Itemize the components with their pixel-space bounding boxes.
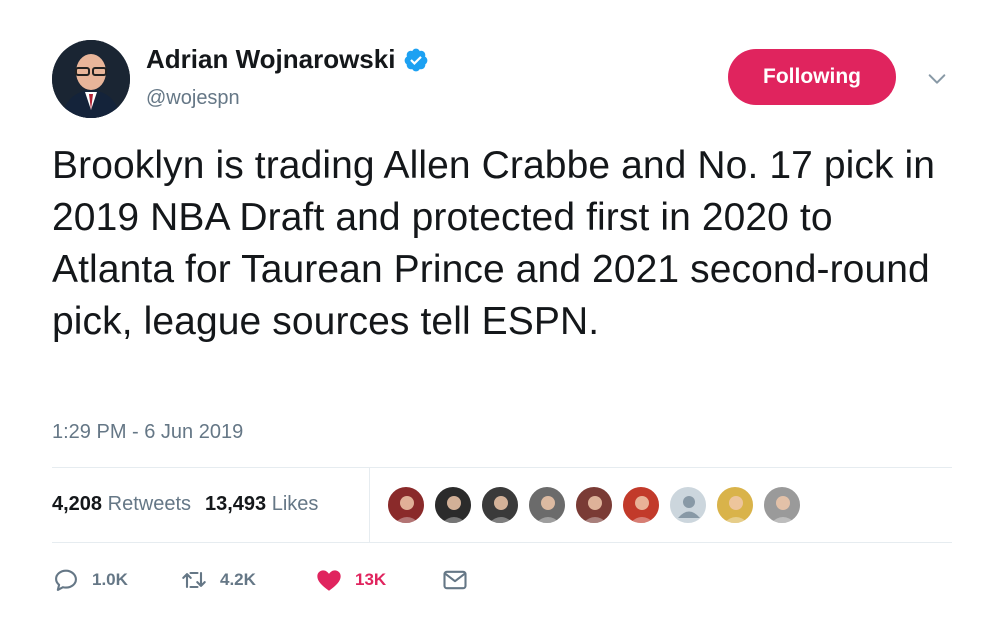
divider-bottom (52, 542, 952, 543)
likes-label: Likes (271, 493, 319, 515)
following-button[interactable]: Following (728, 49, 896, 105)
tweet-timestamp[interactable]: 1:29 PM - 6 Jun 2019 (52, 421, 243, 444)
envelope-icon (443, 570, 467, 590)
reply-action[interactable]: 1.0K (52, 566, 180, 594)
author-avatar[interactable] (52, 40, 130, 118)
stats-separator (369, 468, 370, 542)
retweet-icon (182, 571, 206, 589)
liker-avatar[interactable] (575, 486, 613, 524)
liker-avatar[interactable] (481, 486, 519, 524)
author-handle[interactable]: @wojespn (146, 87, 240, 110)
liker-avatar[interactable] (528, 486, 566, 524)
liker-avatar[interactable] (387, 486, 425, 524)
tweet-actions: 1.0K 4.2K 13K (52, 566, 469, 594)
likes-stat[interactable]: 13,493 Likes (205, 493, 318, 515)
verified-badge-icon (405, 48, 428, 71)
like-action[interactable]: 13K (315, 566, 441, 594)
chevron-down-icon[interactable] (926, 68, 948, 90)
liker-avatar[interactable] (622, 486, 660, 524)
reply-icon (55, 569, 77, 591)
liker-avatar[interactable] (763, 486, 801, 524)
retweets-stat[interactable]: 4,208 Retweets (52, 493, 191, 515)
retweet-action[interactable]: 4.2K (180, 566, 315, 594)
likes-count: 13,493 (205, 493, 267, 515)
like-count: 13K (355, 570, 387, 589)
liker-avatar[interactable] (716, 486, 754, 524)
liker-avatars (387, 486, 810, 524)
direct-message-action[interactable] (441, 566, 469, 594)
retweets-label: Retweets (107, 493, 191, 515)
retweets-count: 4,208 (52, 493, 103, 515)
reply-count: 1.0K (92, 570, 128, 589)
author-name[interactable]: Adrian Wojnarowski (146, 44, 395, 75)
default-avatar-icon[interactable] (669, 486, 707, 524)
divider-top (52, 467, 952, 468)
liker-avatar[interactable] (434, 486, 472, 524)
heart-icon (317, 570, 341, 591)
tweet-text: Brooklyn is trading Allen Crabbe and No.… (52, 144, 936, 343)
retweet-count: 4.2K (220, 570, 256, 589)
engagement-stats: 4,208 Retweets 13,493 Likes (52, 493, 318, 516)
